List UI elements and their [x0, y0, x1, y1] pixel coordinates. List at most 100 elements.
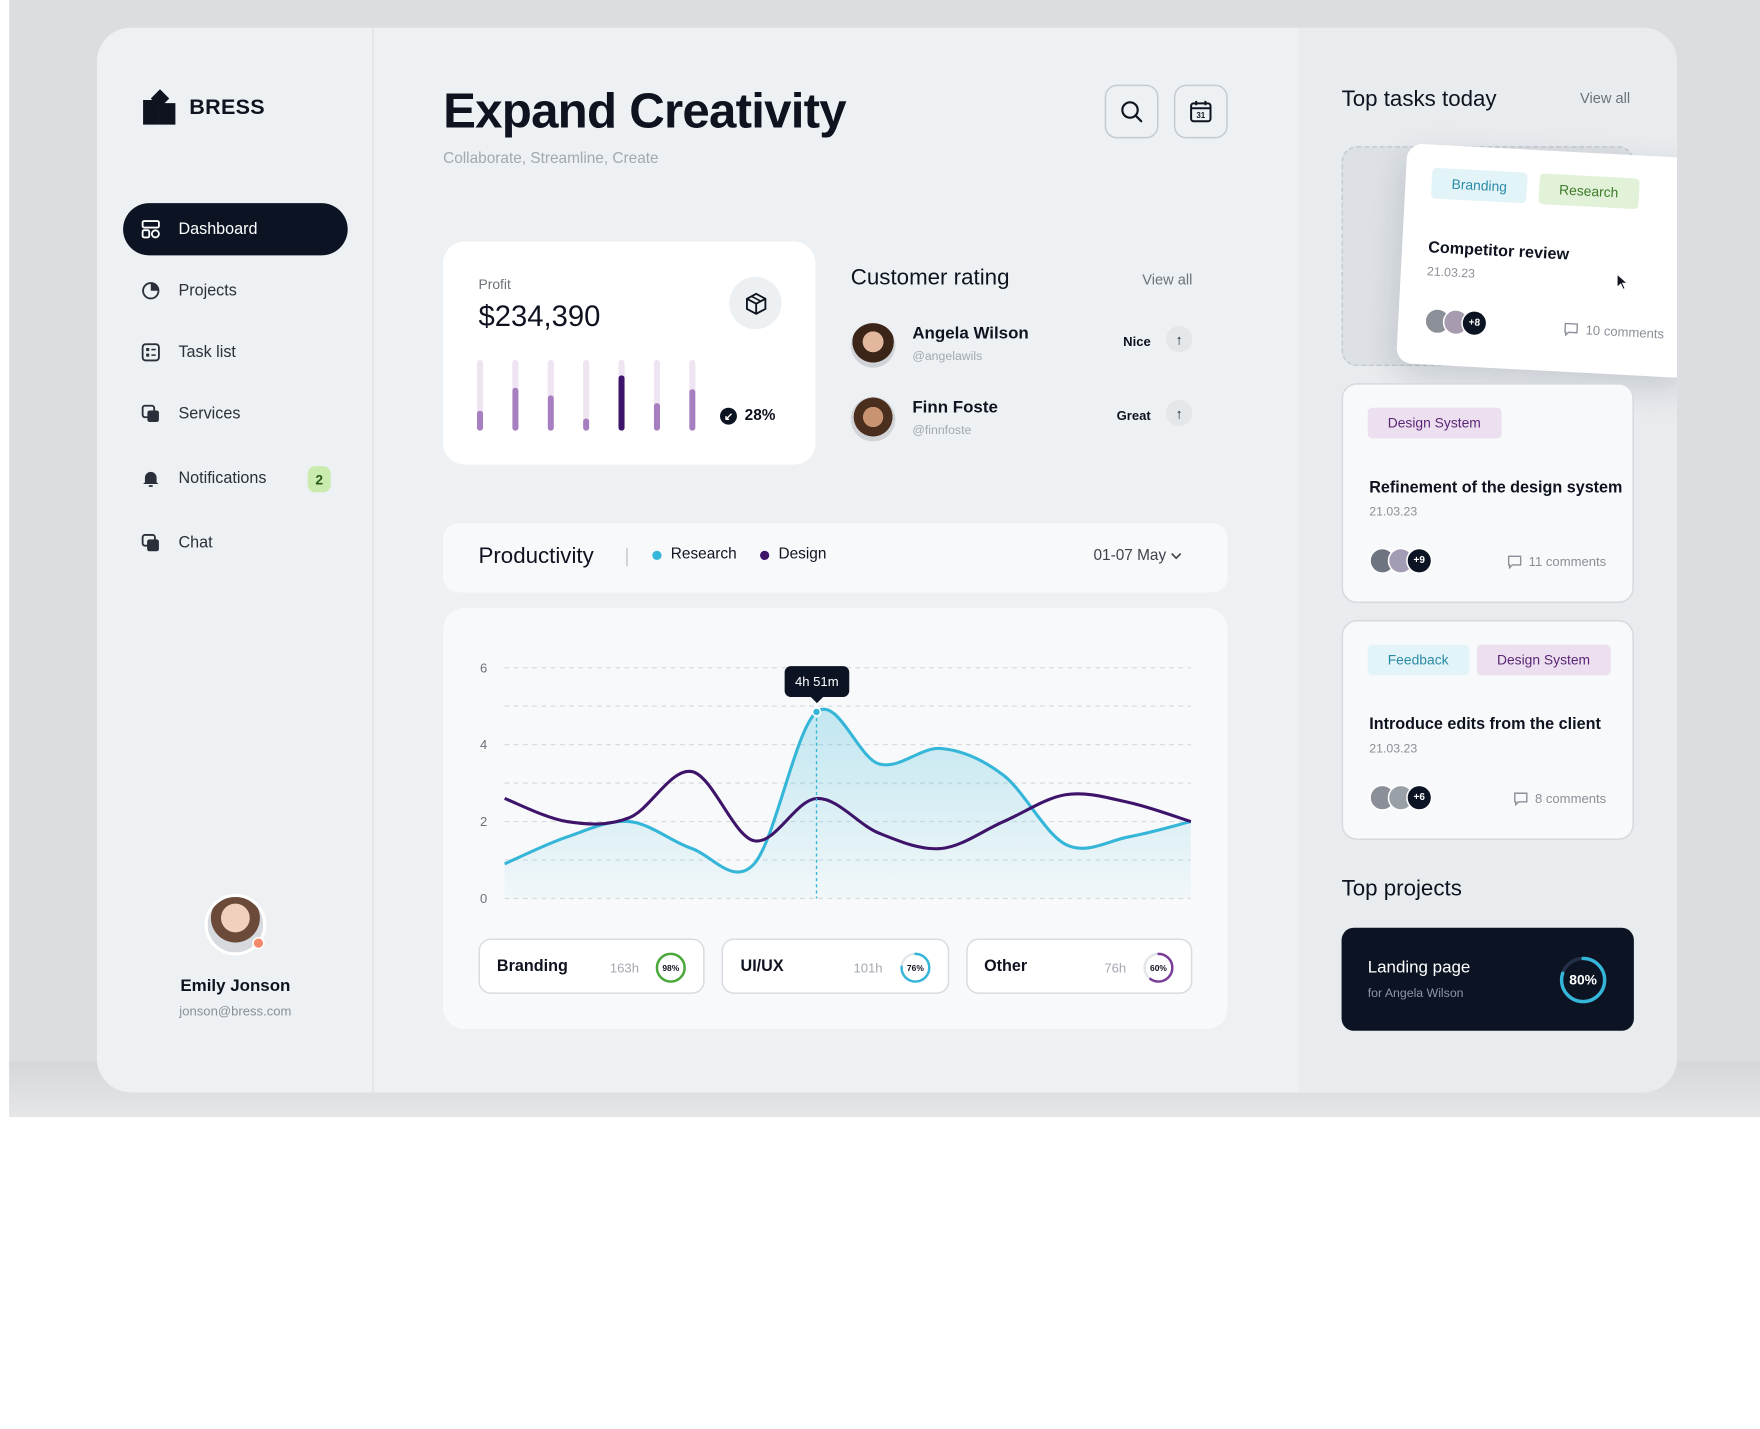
y-tick-label: 0	[480, 891, 487, 906]
task-card[interactable]: Feedback Design System Introduce edits f…	[1341, 620, 1634, 841]
profit-bar	[689, 360, 696, 431]
task-date: 21.03.23	[1369, 504, 1418, 519]
sidebar-item-services[interactable]: Services	[123, 388, 348, 440]
sidebar-item-projects[interactable]: Projects	[123, 265, 348, 317]
task-title: Refinement of the design system	[1369, 478, 1623, 497]
task-card[interactable]: Design System Refinement of the design s…	[1341, 383, 1634, 604]
task-tag[interactable]: Feedback	[1367, 644, 1469, 676]
top-tasks-title: Top tasks today	[1341, 87, 1497, 113]
sidebar-item-chat[interactable]: Chat	[123, 517, 348, 569]
productivity-header: Productivity Research Design 01-07 May	[443, 523, 1228, 593]
category-card-branding[interactable]: Branding 163h 98%	[478, 938, 706, 994]
progress-ring-label: 60%	[1150, 963, 1167, 973]
dashboard-icon	[141, 220, 160, 239]
category-card-other[interactable]: Other 76h 60%	[965, 938, 1193, 994]
series-area-research	[504, 709, 1191, 899]
category-label: Other	[984, 956, 1028, 976]
search-icon	[1121, 101, 1143, 123]
top-projects-title: Top projects	[1341, 876, 1462, 902]
project-owner: for Angela Wilson	[1367, 986, 1464, 1001]
bell-icon	[142, 469, 160, 487]
rating-row[interactable]: Finn Foste @finnfoste Great ↑	[850, 396, 1193, 443]
sidebar: BRESS Dashboard Projects Task list Servi…	[97, 27, 374, 1093]
productivity-chart[interactable]: 0 2 4 6	[443, 608, 1228, 923]
task-date: 21.03.23	[1369, 741, 1418, 756]
task-comments[interactable]: 11 comments	[1507, 554, 1606, 569]
comment-icon	[1507, 554, 1521, 569]
sidebar-item-label: Notifications	[178, 469, 267, 488]
legend-item-design[interactable]: Design	[760, 546, 826, 563]
more-assignees-badge: +6	[1406, 784, 1433, 811]
task-tag[interactable]: Design System	[1367, 407, 1501, 439]
progress-ring: 98%	[656, 952, 687, 983]
progress-ring-label: 98%	[663, 963, 680, 973]
profit-change: ↙ 28%	[720, 407, 775, 425]
calendar-button[interactable]: 31	[1173, 84, 1228, 139]
task-card[interactable]: Branding Research Competitor review 21.0…	[1396, 143, 1677, 379]
page-title: Expand Creativity	[443, 83, 847, 139]
task-assignees[interactable]: +8	[1423, 307, 1489, 337]
profit-bar	[583, 360, 590, 431]
task-date: 21.03.23	[1426, 264, 1476, 281]
profit-card[interactable]: Profit $234,390 ↙ 28%	[443, 241, 816, 465]
sidebar-item-label: Chat	[178, 533, 213, 553]
task-assignees[interactable]: +9	[1369, 547, 1433, 574]
rating-name: Finn Foste	[912, 398, 998, 417]
arrow-up-icon[interactable]: ↑	[1166, 400, 1193, 427]
rating-value: Great	[1116, 407, 1151, 424]
arrow-up-icon[interactable]: ↑	[1166, 326, 1193, 353]
task-tag[interactable]: Branding	[1430, 167, 1528, 204]
project-card[interactable]: Landing page for Angela Wilson 80%	[1341, 927, 1634, 1031]
task-tag[interactable]: Design System	[1476, 644, 1611, 676]
progress-ring: 60%	[1143, 952, 1174, 983]
top-tasks-view-all[interactable]: View all	[1580, 91, 1630, 108]
category-card-uiux[interactable]: UI/UX 101h 76%	[722, 938, 949, 994]
rating-value: Nice	[1123, 333, 1151, 350]
sidebar-item-dashboard[interactable]: Dashboard	[123, 203, 348, 256]
main-content: Expand Creativity Collaborate, Streamlin…	[375, 28, 1298, 1093]
profit-bar	[547, 360, 554, 431]
profit-bar	[653, 360, 661, 431]
y-tick-label: 4	[480, 737, 487, 752]
calendar-day-label: 31	[1196, 111, 1205, 120]
calendar-icon: 31	[1190, 100, 1212, 123]
task-comments-label: 8 comments	[1534, 790, 1607, 807]
bress-logo-icon	[143, 89, 176, 125]
profit-bar-fill	[512, 388, 519, 431]
profit-mini-bars	[476, 360, 708, 431]
profit-label: Profit	[478, 276, 511, 293]
project-progress-label: 80%	[1569, 972, 1597, 988]
task-title: Competitor review	[1427, 238, 1570, 265]
category-hours: 101h	[853, 960, 883, 976]
chat-icon	[141, 534, 160, 552]
comment-icon	[1513, 791, 1528, 806]
customer-rating-view-all[interactable]: View all	[1142, 272, 1192, 289]
profit-bar-fill	[653, 402, 661, 431]
task-comments-label: 11 comments	[1528, 553, 1607, 570]
task-comments[interactable]: 8 comments	[1513, 791, 1606, 806]
arrow-down-left-icon: ↙	[720, 407, 737, 425]
task-comments[interactable]: 10 comments	[1564, 321, 1665, 342]
legend-dot	[652, 550, 662, 560]
avatar	[850, 323, 896, 368]
online-status-dot	[252, 936, 265, 950]
category-label: Branding	[496, 956, 568, 976]
brand-logo[interactable]: BRESS	[142, 86, 265, 126]
progress-ring-label: 76%	[906, 963, 923, 973]
sidebar-item-task-list[interactable]: Task list	[123, 326, 348, 378]
rating-row[interactable]: Angela Wilson @angelawils Nice ↑	[850, 323, 1193, 369]
sidebar-item-notifications[interactable]: Notifications 2	[123, 452, 348, 504]
task-comments-label: 10 comments	[1585, 322, 1665, 342]
sidebar-item-label: Services	[178, 404, 241, 424]
highlight-point[interactable]	[811, 707, 822, 717]
profit-bar-fill	[618, 375, 625, 431]
y-tick-label: 2	[480, 814, 487, 829]
search-button[interactable]	[1104, 84, 1159, 139]
pie-chart-icon	[142, 282, 160, 300]
task-assignees[interactable]: +6	[1369, 784, 1433, 811]
task-tag[interactable]: Research	[1538, 173, 1640, 210]
legend-item-research[interactable]: Research	[652, 546, 737, 563]
cube-button[interactable]	[729, 276, 782, 330]
avatar[interactable]	[204, 893, 267, 956]
user-profile[interactable]: Emily Jonson jonson@bress.com	[97, 893, 374, 1018]
